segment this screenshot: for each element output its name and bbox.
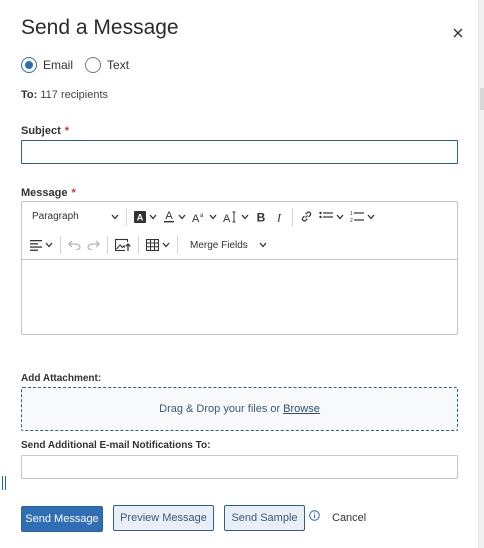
resize-handle[interactable] xyxy=(2,476,6,490)
page-scrollbar[interactable] xyxy=(478,0,484,548)
table-icon xyxy=(146,239,159,251)
radio-email[interactable]: Email xyxy=(21,57,73,73)
font-size-button[interactable]: A xyxy=(220,206,252,228)
subject-input[interactable] xyxy=(21,140,458,164)
required-marker: * xyxy=(64,125,70,137)
italic-button[interactable]: I xyxy=(270,206,288,228)
radio-email-label: Email xyxy=(43,58,74,72)
info-icon[interactable] xyxy=(309,510,320,521)
svg-text:A: A xyxy=(223,213,231,223)
chevron-down-icon xyxy=(162,242,170,248)
message-type-group: Email Text xyxy=(21,57,141,73)
send-message-button[interactable]: Send Message xyxy=(21,506,103,532)
insert-image-button[interactable] xyxy=(112,234,134,256)
close-icon[interactable] xyxy=(451,26,465,40)
notifications-label: Send Additional E-mail Notifications To: xyxy=(21,440,211,451)
send-sample-button[interactable]: Send Sample xyxy=(224,505,305,531)
paragraph-format-dropdown[interactable]: Paragraph xyxy=(22,206,122,228)
chevron-down-icon xyxy=(241,214,249,219)
svg-text:A: A xyxy=(192,213,200,223)
svg-text:B: B xyxy=(257,211,266,223)
font-size-icon: A xyxy=(223,211,236,223)
radio-email-button[interactable] xyxy=(21,57,37,73)
recipients-count: 117 recipients xyxy=(40,89,109,101)
align-left-icon xyxy=(30,239,42,251)
message-label: Message * xyxy=(21,187,76,199)
font-color-button[interactable]: A xyxy=(160,206,189,228)
message-editor: Paragraph A A Aa A B I 1 2 Merge Fields xyxy=(21,201,458,335)
required-marker: * xyxy=(71,187,76,199)
undo-button[interactable] xyxy=(65,234,84,256)
svg-text:1: 1 xyxy=(350,211,353,217)
recipients-line: To: 117 recipients xyxy=(21,89,108,101)
radio-text[interactable]: Text xyxy=(85,57,129,73)
preview-message-button[interactable]: Preview Message xyxy=(113,505,214,531)
svg-text:I: I xyxy=(276,211,282,223)
chevron-down-icon xyxy=(149,214,157,219)
text-style-button[interactable]: Aa xyxy=(189,206,220,228)
link-icon xyxy=(301,211,312,222)
redo-icon xyxy=(87,240,100,250)
svg-text:2: 2 xyxy=(350,218,353,223)
chevron-down-icon xyxy=(336,214,344,219)
undo-icon xyxy=(68,240,81,250)
chevron-down-icon xyxy=(209,214,217,219)
chevron-down-icon xyxy=(367,214,375,219)
redo-button[interactable] xyxy=(84,234,103,256)
subject-label-text: Subject xyxy=(21,125,61,137)
bold-button[interactable]: B xyxy=(252,206,270,228)
numbered-list-button[interactable]: 12 xyxy=(347,206,378,228)
bold-icon: B xyxy=(257,211,266,223)
dialog-title: Send a Message xyxy=(21,16,179,39)
message-label-text: Message xyxy=(21,187,68,199)
merge-fields-dropdown[interactable]: Merge Fields xyxy=(182,234,270,256)
chevron-down-icon xyxy=(178,214,186,219)
radio-text-button[interactable] xyxy=(85,57,102,73)
dropzone-text: Drag & Drop your files or xyxy=(159,403,281,415)
merge-fields-label: Merge Fields xyxy=(190,239,248,251)
paragraph-format-label: Paragraph xyxy=(32,211,79,222)
browse-link[interactable]: Browse xyxy=(283,403,320,415)
bulleted-list-button[interactable] xyxy=(316,206,347,228)
superscript-format-icon: Aa xyxy=(192,213,204,223)
subject-label: Subject * xyxy=(21,125,69,137)
attachment-dropzone[interactable]: Drag & Drop your files or Browse xyxy=(21,387,458,431)
radio-text-label: Text xyxy=(107,58,130,72)
notifications-input[interactable] xyxy=(21,455,458,479)
attachment-label: Add Attachment: xyxy=(21,373,102,384)
highlight-icon: A xyxy=(134,210,146,223)
chevron-down-icon xyxy=(45,242,53,248)
svg-text:A: A xyxy=(137,212,144,222)
recipients-prefix: To: xyxy=(21,89,38,101)
editor-toolbar-row-1: Paragraph A A Aa A B I 1 2 xyxy=(22,202,457,231)
insert-table-button[interactable] xyxy=(143,234,173,256)
chevron-down-icon xyxy=(111,214,119,219)
link-button[interactable] xyxy=(297,206,316,228)
bulleted-list-icon xyxy=(319,211,333,218)
editor-toolbar-row-2: Merge Fields xyxy=(22,231,457,260)
scrollbar-thumb[interactable] xyxy=(480,88,484,110)
chevron-down-icon xyxy=(259,242,267,248)
svg-text:a: a xyxy=(200,213,204,219)
italic-icon: I xyxy=(276,211,282,223)
highlight-color-button[interactable]: A xyxy=(131,206,160,228)
align-button[interactable] xyxy=(27,234,56,256)
message-body[interactable] xyxy=(22,261,457,334)
numbered-list-icon: 12 xyxy=(350,211,364,223)
cancel-link[interactable]: Cancel xyxy=(332,512,366,524)
svg-text:A: A xyxy=(165,210,173,222)
image-upload-icon xyxy=(115,238,131,252)
font-color-icon: A xyxy=(164,210,174,223)
